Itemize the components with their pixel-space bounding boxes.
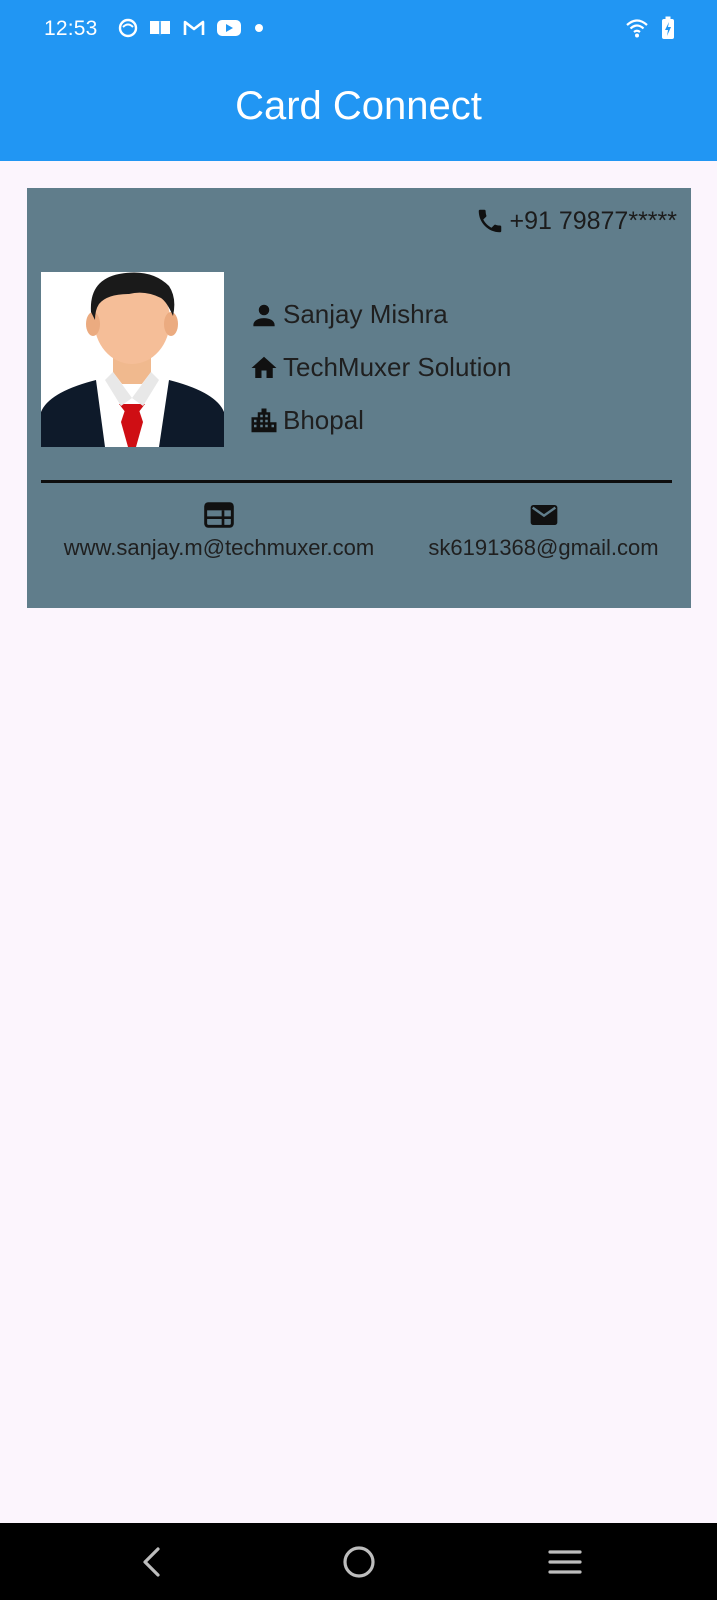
home-circle-icon	[343, 1545, 375, 1578]
page-title: Card Connect	[235, 84, 482, 128]
back-icon	[143, 1546, 160, 1577]
phone-row[interactable]: +91 79877*****	[475, 206, 677, 236]
web-icon	[204, 502, 234, 528]
phone-icon	[479, 209, 502, 233]
city-building-icon	[251, 408, 277, 432]
gmail-icon	[183, 20, 205, 35]
status-notification-icons	[118, 18, 266, 38]
card-divider	[41, 480, 672, 483]
wifi-icon	[626, 19, 648, 38]
app-circle-icon	[118, 18, 138, 38]
back-button[interactable]	[106, 1523, 196, 1600]
phone-number: +91 79877*****	[509, 206, 677, 235]
youtube-icon	[217, 20, 241, 36]
profile-avatar	[41, 272, 224, 447]
info-list: Sanjay Mishra TechMuxer Solution Bhopal	[249, 288, 511, 447]
battery-charging-icon	[662, 16, 674, 39]
dot-icon	[255, 24, 263, 32]
name-row: Sanjay Mishra	[249, 288, 511, 341]
home-icon	[251, 356, 277, 378]
email-text: sk6191368@gmail.com	[428, 535, 659, 560]
menu-icon	[548, 1549, 582, 1574]
email-icon	[530, 505, 557, 525]
app-bar: 12:53 Card Connect	[0, 0, 717, 161]
company-name: TechMuxer Solution	[283, 352, 512, 382]
person-icon	[253, 304, 275, 326]
city-row: Bhopal	[249, 394, 511, 447]
company-row: TechMuxer Solution	[249, 341, 511, 394]
email-contact[interactable]: sk6191368@gmail.com	[412, 501, 675, 561]
website-text: www.sanjay.m@techmuxer.com	[63, 535, 375, 560]
system-nav-bar	[0, 1523, 717, 1600]
recents-button[interactable]	[520, 1523, 610, 1600]
book-icon	[150, 21, 170, 36]
status-system-icons	[625, 16, 675, 40]
app-screen: 12:53 Card Connect +91 79877***** Sanjay…	[0, 0, 717, 1600]
business-card: +91 79877***** Sanjay Mishra TechMuxer S…	[27, 188, 691, 608]
home-button[interactable]	[314, 1523, 404, 1600]
status-time: 12:53	[44, 17, 98, 40]
website-contact[interactable]: www.sanjay.m@techmuxer.com	[45, 501, 393, 561]
city-name: Bhopal	[283, 405, 364, 435]
person-name: Sanjay Mishra	[283, 299, 448, 329]
